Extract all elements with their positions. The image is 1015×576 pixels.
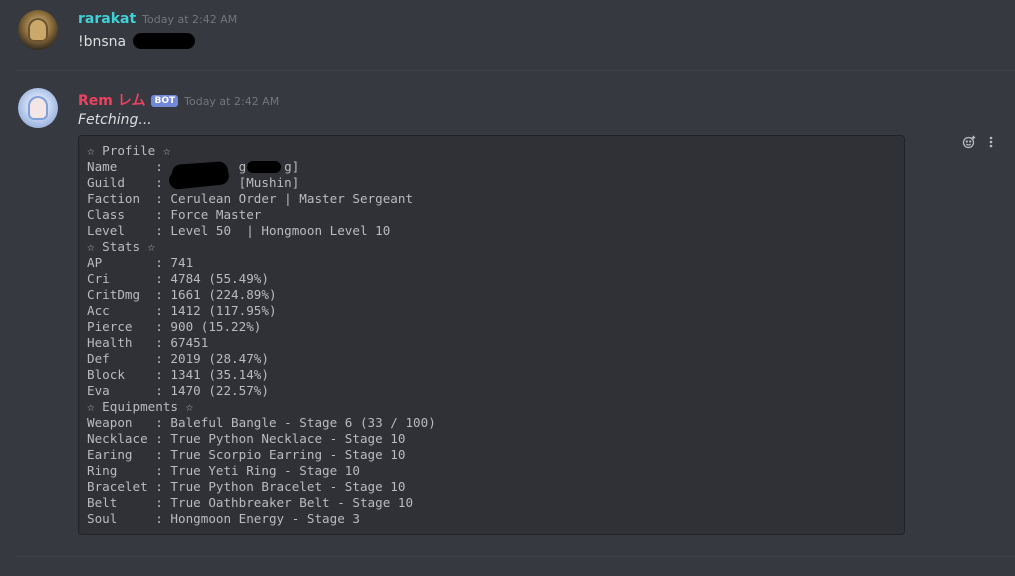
code-line: Belt : True Oathbreaker Belt - Stage 10	[87, 495, 414, 510]
code-line: Def : 2019 (28.47%)	[87, 351, 269, 366]
add-reaction-icon[interactable]	[962, 135, 976, 149]
redaction-mark	[247, 161, 281, 173]
code-line: Ring : True Yeti Ring - Stage 10	[87, 463, 360, 478]
avatar-rem[interactable]	[18, 88, 58, 128]
message-content: !bnsna	[78, 33, 195, 50]
code-line: Pierce : 900 (15.22%)	[87, 319, 262, 334]
username[interactable]: rarakat	[78, 11, 136, 27]
message-divider	[16, 556, 1015, 557]
message-divider	[16, 70, 1015, 71]
code-line: Earing : True Scorpio Earring - Stage 10	[87, 447, 406, 462]
code-line: ☆ Stats ☆	[87, 239, 156, 254]
message-header: rarakat Today at 2:42 AM	[78, 11, 237, 27]
message-header: Rem レム BOT Today at 2:42 AM	[78, 90, 279, 110]
more-options-icon[interactable]	[984, 135, 998, 149]
code-line: CritDmg : 1661 (224.89%)	[87, 287, 277, 302]
message-actions	[962, 135, 998, 149]
bot-badge: BOT	[151, 95, 179, 107]
code-line: Weapon : Baleful Bangle - Stage 6 (33 / …	[87, 415, 436, 430]
code-line: Level : Level 50 | Hongmoon Level 10	[87, 223, 391, 238]
code-line: Soul : Hongmoon Energy - Stage 3	[87, 511, 360, 526]
code-line: Faction : Cerulean Order | Master Sergea…	[87, 191, 414, 206]
timestamp: Today at 2:42 AM	[184, 95, 280, 108]
code-line: Guild : [Mushin]	[87, 165, 896, 191]
code-line: Eva : 1470 (22.57%)	[87, 383, 269, 398]
code-line: Cri : 4784 (55.49%)	[87, 271, 269, 286]
avatar-rarakat[interactable]	[18, 10, 58, 50]
code-line: Necklace : True Python Necklace - Stage …	[87, 431, 406, 446]
code-line: Acc : 1412 (117.95%)	[87, 303, 277, 318]
code-line: Class : Force Master	[87, 207, 262, 222]
code-line: AP : 741	[87, 255, 194, 270]
chat-area: rarakat Today at 2:42 AM !bnsna Rem レム B…	[0, 0, 1015, 576]
code-line: Block : 1341 (35.14%)	[87, 367, 269, 382]
code-block: ☆ Profile ☆ Name : g [ g] Guild : [Mushi…	[78, 135, 905, 535]
redaction-mark	[132, 33, 195, 49]
message-text: Fetching...	[78, 112, 152, 128]
message-text: !bnsna	[78, 34, 127, 50]
code-line: Bracelet : True Python Bracelet - Stage …	[87, 479, 406, 494]
code-line: ☆ Equipments ☆	[87, 399, 194, 414]
timestamp: Today at 2:42 AM	[142, 13, 238, 26]
username[interactable]: Rem レム	[78, 90, 145, 110]
code-line: Health : 67451	[87, 335, 209, 350]
code-line: ☆ Profile ☆	[87, 143, 171, 158]
